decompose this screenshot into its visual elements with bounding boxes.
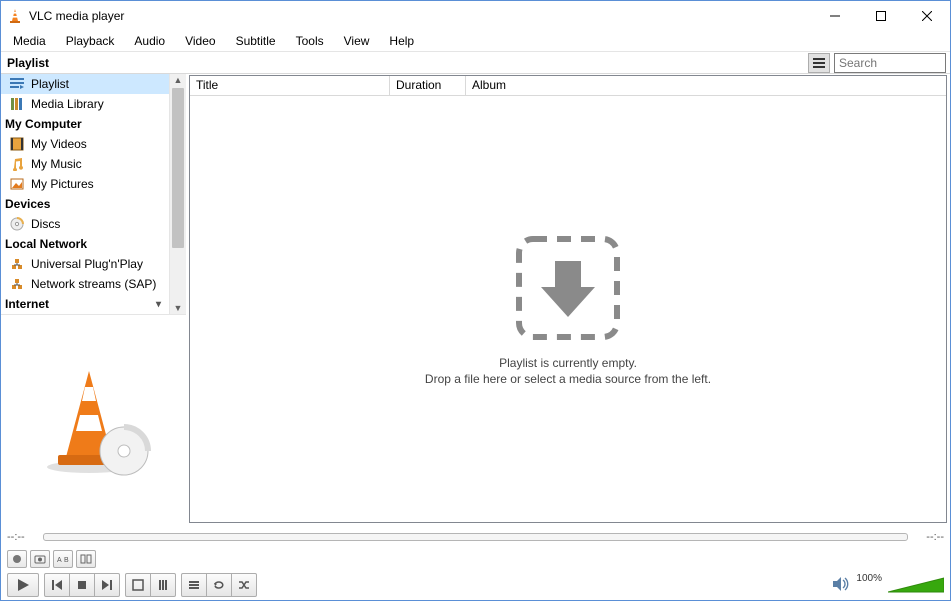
main-area: Playlist Media Library My Computer My Vi…: [1, 74, 950, 526]
menu-help[interactable]: Help: [379, 32, 424, 50]
minimize-button[interactable]: [812, 1, 858, 31]
sidebar-item-label: My Music: [31, 157, 82, 171]
film-icon: [9, 136, 25, 152]
menu-audio[interactable]: Audio: [124, 32, 175, 50]
empty-message-line2: Drop a file here or select a media sourc…: [425, 372, 711, 386]
sidebar-item-my-pictures[interactable]: My Pictures: [1, 174, 169, 194]
seek-slider[interactable]: [43, 533, 908, 541]
speaker-icon[interactable]: [832, 576, 850, 595]
close-button[interactable]: [904, 1, 950, 31]
menu-bar: Media Playback Audio Video Subtitle Tool…: [1, 31, 950, 52]
menu-media[interactable]: Media: [3, 32, 56, 50]
menu-view[interactable]: View: [334, 32, 380, 50]
sidebar-item-label: Media Library: [31, 97, 104, 111]
volume-area: 100%: [832, 576, 944, 595]
library-icon: [9, 96, 25, 112]
sidebar-item-upnp[interactable]: Universal Plug'n'Play: [1, 254, 169, 274]
total-time: --:--: [914, 531, 944, 543]
column-title[interactable]: Title: [190, 76, 390, 95]
svg-text:A: A: [57, 557, 62, 564]
next-button[interactable]: [94, 573, 120, 597]
seek-bar-row: --:-- --:--: [1, 526, 950, 548]
sidebar-item-label: Network streams (SAP): [31, 277, 156, 291]
source-tree: Playlist Media Library My Computer My Vi…: [1, 74, 169, 314]
menu-video[interactable]: Video: [175, 32, 225, 50]
sidebar-item-my-music[interactable]: My Music: [1, 154, 169, 174]
network-icon: [9, 256, 25, 272]
sidebar-group-label: Devices: [5, 197, 50, 211]
play-button[interactable]: [7, 573, 39, 597]
extended-settings-button[interactable]: [150, 573, 176, 597]
sidebar-item-label: My Pictures: [31, 177, 94, 191]
sidebar-item-sap[interactable]: Network streams (SAP): [1, 274, 169, 294]
extra-buttons-row: AB: [1, 548, 950, 570]
stop-button[interactable]: [69, 573, 95, 597]
column-album[interactable]: Album: [466, 76, 946, 95]
scroll-up-icon: ▲: [173, 75, 183, 85]
sidebar-item-media-library[interactable]: Media Library: [1, 94, 169, 114]
menu-playback[interactable]: Playback: [56, 32, 125, 50]
playlist-empty-dropzone[interactable]: Playlist is currently empty. Drop a file…: [190, 96, 946, 522]
network-icon: [9, 276, 25, 292]
chevron-down-icon: ▾: [156, 299, 161, 310]
sidebar-item-playlist[interactable]: Playlist: [1, 74, 169, 94]
sidebar-group-label: Local Network: [5, 237, 87, 251]
sidebar-art-area: [1, 314, 186, 526]
sidebar: Playlist Media Library My Computer My Vi…: [1, 74, 186, 526]
sidebar-item-label: Discs: [31, 217, 60, 231]
picture-icon: [9, 176, 25, 192]
vlc-cone-icon: [7, 8, 23, 24]
sidebar-item-my-videos[interactable]: My Videos: [1, 134, 169, 154]
shuffle-button[interactable]: [231, 573, 257, 597]
playlist-icon: [9, 76, 25, 92]
playlist-group: [181, 573, 257, 597]
sidebar-item-discs[interactable]: Discs: [1, 214, 169, 234]
playlist-view-mode-button[interactable]: [808, 53, 830, 73]
window-title: VLC media player: [29, 9, 124, 23]
toggle-playlist-button[interactable]: [181, 573, 207, 597]
music-icon: [9, 156, 25, 172]
volume-percent: 100%: [856, 573, 882, 584]
playlist-content: Title Duration Album Playlist is current…: [189, 75, 947, 523]
atob-loop-button[interactable]: AB: [53, 550, 73, 568]
elapsed-time: --:--: [7, 531, 37, 543]
sidebar-group-devices[interactable]: Devices: [1, 194, 169, 214]
drop-arrow-icon: [513, 233, 623, 346]
snapshot-button[interactable]: [30, 550, 50, 568]
fullscreen-button[interactable]: [125, 573, 151, 597]
frame-step-button[interactable]: [76, 550, 96, 568]
menu-tools[interactable]: Tools: [286, 32, 334, 50]
scrollbar-thumb[interactable]: [172, 88, 184, 248]
maximize-button[interactable]: [858, 1, 904, 31]
column-headers: Title Duration Album: [190, 76, 946, 96]
volume-slider[interactable]: [888, 576, 944, 594]
disc-icon: [9, 216, 25, 232]
playlist-header-bar: Playlist: [1, 52, 950, 74]
skip-group: [44, 573, 120, 597]
sidebar-item-label: Universal Plug'n'Play: [31, 257, 143, 271]
sidebar-item-label: My Videos: [31, 137, 87, 151]
menu-subtitle[interactable]: Subtitle: [226, 32, 286, 50]
sidebar-group-label: My Computer: [5, 117, 82, 131]
vlc-cone-large-icon: [34, 359, 154, 482]
sidebar-group-local-network[interactable]: Local Network: [1, 234, 169, 254]
column-duration[interactable]: Duration: [390, 76, 466, 95]
sidebar-group-my-computer[interactable]: My Computer: [1, 114, 169, 134]
loop-button[interactable]: [206, 573, 232, 597]
controls-bar: 100%: [1, 570, 950, 600]
sidebar-scrollbar[interactable]: ▲ ▼: [169, 74, 186, 314]
previous-button[interactable]: [44, 573, 70, 597]
sidebar-group-internet[interactable]: Internet ▾: [1, 294, 169, 314]
sidebar-group-label: Internet: [5, 297, 49, 311]
view-group: [125, 573, 176, 597]
svg-text:B: B: [64, 557, 69, 564]
playlist-header-label: Playlist: [1, 56, 49, 70]
record-button[interactable]: [7, 550, 27, 568]
empty-message-line1: Playlist is currently empty.: [499, 356, 637, 370]
sidebar-item-label: Playlist: [31, 77, 69, 91]
search-input[interactable]: [834, 53, 946, 73]
scroll-down-icon: ▼: [173, 303, 183, 313]
title-bar: VLC media player: [1, 1, 950, 31]
